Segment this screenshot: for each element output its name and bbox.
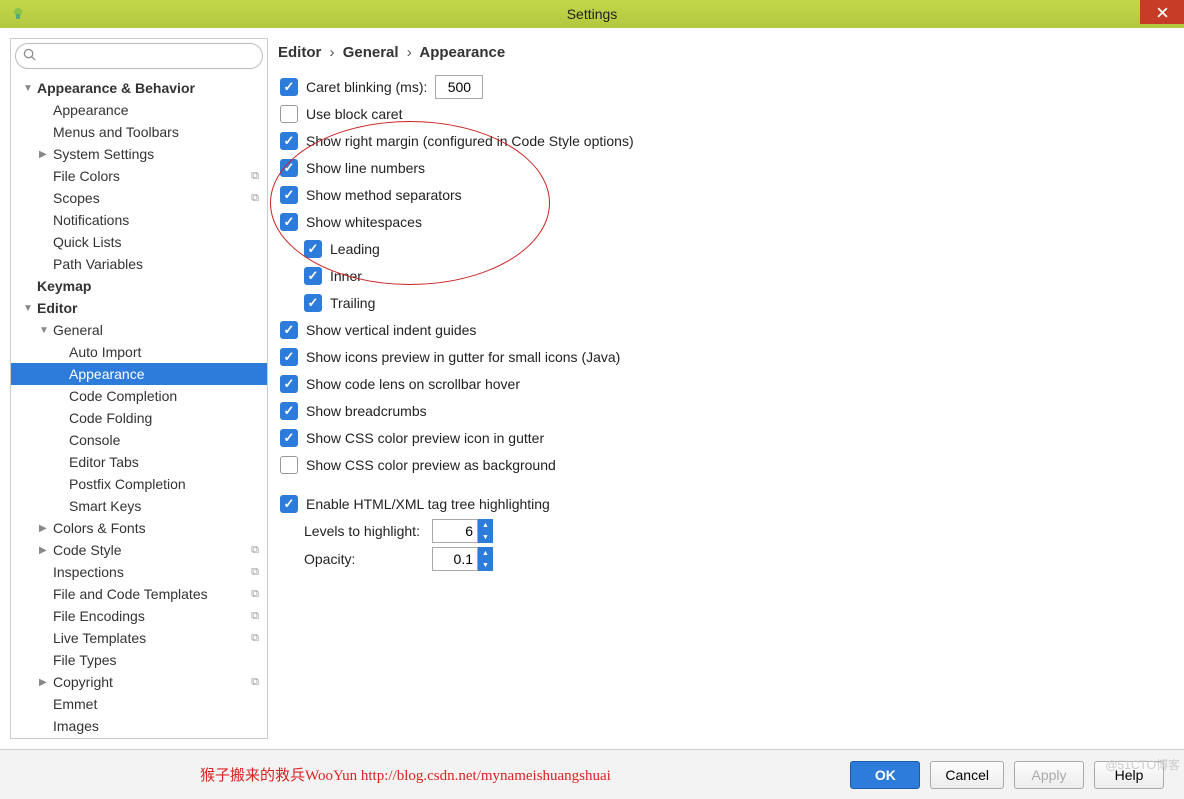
sidebar-item-file-encodings[interactable]: File Encodings⧉ [11,605,267,627]
block-caret-label: Use block caret [306,106,402,122]
sidebar-item-quick-lists[interactable]: Quick Lists [11,231,267,253]
css-gutter-label: Show CSS color preview icon in gutter [306,430,544,446]
footer: 猴子搬来的救兵WooYun http://blog.csdn.net/mynam… [0,749,1184,799]
sidebar-item-general[interactable]: ▼General [11,319,267,341]
copy-icon: ⧉ [251,192,259,205]
copy-icon: ⧉ [251,544,259,557]
close-button[interactable] [1140,0,1184,24]
method-sep-label: Show method separators [306,187,462,203]
trailing-label: Trailing [330,295,375,311]
vert-guides-label: Show vertical indent guides [306,322,476,338]
cancel-button[interactable]: Cancel [930,761,1004,789]
corner-watermark: @51CTO博客 [1105,756,1180,773]
sidebar-item-appearance-behavior[interactable]: ▼Appearance & Behavior [11,77,267,99]
method-sep-checkbox[interactable] [280,186,298,204]
html-tree-checkbox[interactable] [280,495,298,513]
sidebar-item-file-types[interactable]: File Types [11,649,267,671]
sidebar-item-console[interactable]: Console [11,429,267,451]
inner-checkbox[interactable] [304,267,322,285]
inner-label: Inner [330,268,362,284]
breadcrumb-1: Editor [278,44,321,61]
settings-tree[interactable]: ▼Appearance & BehaviorAppearanceMenus an… [11,73,267,738]
copy-icon: ⧉ [251,632,259,645]
sidebar-item-live-templates[interactable]: Live Templates⧉ [11,627,267,649]
levels-spinner[interactable]: ▲▼ [478,519,493,543]
watermark-text: 猴子搬来的救兵WooYun http://blog.csdn.net/mynam… [200,764,611,785]
apply-button[interactable]: Apply [1014,761,1084,789]
right-margin-checkbox[interactable] [280,132,298,150]
sidebar-item-notifications[interactable]: Notifications [11,209,267,231]
sidebar-item-smart-keys[interactable]: Smart Keys [11,495,267,517]
line-numbers-label: Show line numbers [306,160,425,176]
sidebar-item-menus-and-toolbars[interactable]: Menus and Toolbars [11,121,267,143]
code-lens-checkbox[interactable] [280,375,298,393]
vert-guides-checkbox[interactable] [280,321,298,339]
search-input[interactable] [15,43,263,69]
caret-blinking-checkbox[interactable] [280,78,298,96]
opacity-input[interactable] [432,547,478,571]
sidebar-item-file-and-code-templates[interactable]: File and Code Templates⧉ [11,583,267,605]
breadcrumbs-label: Show breadcrumbs [306,403,427,419]
sidebar-item-appearance[interactable]: Appearance [11,99,267,121]
sidebar-item-code-folding[interactable]: Code Folding [11,407,267,429]
sidebar-item-editor[interactable]: ▼Editor [11,297,267,319]
sidebar-item-emmet[interactable]: Emmet [11,693,267,715]
sidebar-item-path-variables[interactable]: Path Variables [11,253,267,275]
opacity-spinner[interactable]: ▲▼ [478,547,493,571]
sidebar-item-code-completion[interactable]: Code Completion [11,385,267,407]
block-caret-checkbox[interactable] [280,105,298,123]
search-wrap [11,39,267,73]
sidebar-item-images[interactable]: Images [11,715,267,737]
sidebar-item-appearance[interactable]: Appearance [11,363,267,385]
trailing-checkbox[interactable] [304,294,322,312]
breadcrumb-2: General [343,44,399,61]
sidebar-item-inspections[interactable]: Inspections⧉ [11,561,267,583]
levels-label: Levels to highlight: [304,523,424,539]
sidebar: ▼Appearance & BehaviorAppearanceMenus an… [10,38,268,739]
code-lens-label: Show code lens on scrollbar hover [306,376,520,392]
sidebar-item-keymap[interactable]: Keymap [11,275,267,297]
line-numbers-checkbox[interactable] [280,159,298,177]
sidebar-item-copyright[interactable]: ▶Copyright⧉ [11,671,267,693]
copy-icon: ⧉ [251,676,259,689]
whitespaces-label: Show whitespaces [306,214,422,230]
css-bg-checkbox[interactable] [280,456,298,474]
sidebar-item-auto-import[interactable]: Auto Import [11,341,267,363]
window-title: Settings [567,6,618,22]
search-icon [23,48,36,64]
sidebar-item-colors-fonts[interactable]: ▶Colors & Fonts [11,517,267,539]
icons-preview-checkbox[interactable] [280,348,298,366]
content-panel: Editor › General › Appearance Caret blin… [276,38,1174,739]
right-margin-label: Show right margin (configured in Code St… [306,133,634,149]
breadcrumb-3: Appearance [419,44,505,61]
sidebar-item-file-colors[interactable]: File Colors⧉ [11,165,267,187]
sidebar-item-postfix-completion[interactable]: Postfix Completion [11,473,267,495]
breadcrumb: Editor › General › Appearance [276,44,1174,61]
caret-blinking-label: Caret blinking (ms): [306,79,427,95]
leading-label: Leading [330,241,380,257]
icons-preview-label: Show icons preview in gutter for small i… [306,349,620,365]
copy-icon: ⧉ [251,610,259,623]
ok-button[interactable]: OK [850,761,920,789]
levels-input[interactable] [432,519,478,543]
css-bg-label: Show CSS color preview as background [306,457,556,473]
breadcrumbs-checkbox[interactable] [280,402,298,420]
leading-checkbox[interactable] [304,240,322,258]
sidebar-item-scopes[interactable]: Scopes⧉ [11,187,267,209]
app-icon [10,6,26,22]
titlebar: Settings [0,0,1184,28]
opacity-label: Opacity: [304,551,424,567]
copy-icon: ⧉ [251,566,259,579]
sidebar-item-code-style[interactable]: ▶Code Style⧉ [11,539,267,561]
sidebar-item-editor-tabs[interactable]: Editor Tabs [11,451,267,473]
copy-icon: ⧉ [251,170,259,183]
sidebar-item-system-settings[interactable]: ▶System Settings [11,143,267,165]
whitespaces-checkbox[interactable] [280,213,298,231]
html-tree-label: Enable HTML/XML tag tree highlighting [306,496,550,512]
settings-list: Caret blinking (ms): Use block caret Sho… [276,73,1174,573]
copy-icon: ⧉ [251,588,259,601]
caret-blinking-input[interactable] [435,75,483,99]
css-gutter-checkbox[interactable] [280,429,298,447]
